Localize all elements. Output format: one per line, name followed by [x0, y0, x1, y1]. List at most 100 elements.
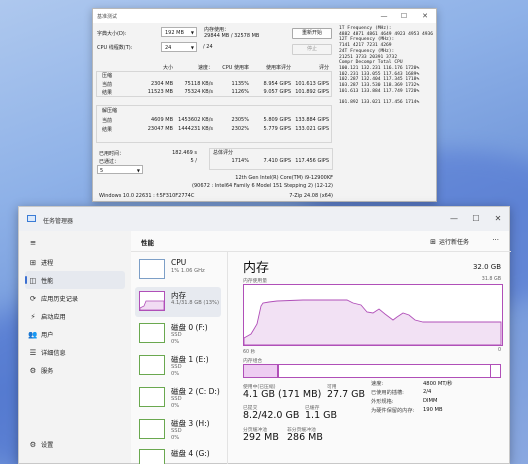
close-icon[interactable]: ✕ [420, 12, 430, 20]
cpu-thumbnail [139, 259, 165, 279]
users-icon: 👥 [28, 329, 38, 339]
more-options-button[interactable]: ··· [492, 236, 499, 244]
memory-usage-max: 31.8 GB [481, 277, 501, 282]
task-manager-title: 任务管理器 [43, 218, 74, 225]
device-name: 磁盘 4 (G:) [171, 449, 210, 458]
form-factor-value: DIMM [423, 398, 438, 404]
device-memory[interactable]: 内存 4.1/31.8 GB (13%) [135, 287, 221, 317]
memory-composition-label: 内存组合 [243, 359, 263, 364]
row-cpu: 2305% [231, 117, 249, 123]
task-manager-titlebar: 任务管理器 — ☐ ✕ [19, 207, 509, 231]
passes-select-value: 5 [100, 168, 104, 174]
details-icon: ☰ [29, 347, 37, 357]
dict-size-select[interactable]: 192 MB ▼ [161, 27, 197, 37]
restart-button[interactable]: 重新开始 [292, 28, 332, 39]
device-sub: 4.1/31.8 GB (13%) [171, 300, 220, 306]
dict-size-label: 字典大小(D): [97, 31, 127, 37]
device-disk-0[interactable]: 磁盘 0 (F:) SSD 0% [135, 319, 221, 349]
disk-thumbnail [139, 355, 165, 375]
disk-thumbnail [139, 387, 165, 407]
row-rpu: 5.779 GIPS [263, 126, 291, 132]
row-label: 当前 [102, 82, 113, 88]
composition-in-use [244, 365, 278, 377]
memory-thumbnail-graph [139, 300, 165, 311]
minimize-icon[interactable]: — [379, 12, 389, 20]
minimize-icon[interactable]: — [447, 215, 461, 223]
row-speed: 75118 KB/s [184, 81, 214, 87]
dict-size-value: 192 MB [165, 30, 184, 36]
hardware-reserved-label: 为硬件保留的内存: [371, 408, 415, 414]
benchmark-titlebar: 基准测试 — ☐ ✕ [93, 9, 436, 23]
elapsed-label: 已用时间： [99, 151, 125, 157]
cpu-info: 12th Gen Intel(R) Core(TM) i9-12900KF [235, 175, 333, 181]
nav-performance[interactable]: ◫ 性能 [25, 271, 125, 289]
row-cpu: 1126% [231, 89, 249, 95]
speed-label: 速度: [371, 381, 384, 387]
run-new-task-button[interactable]: ⊞ 运行新任务 [430, 237, 469, 247]
device-sub: SSD [171, 428, 182, 434]
device-sub: SSD [171, 364, 182, 370]
nav-app-history[interactable]: ⟳ 应用历史记录 [25, 289, 125, 307]
maximize-icon[interactable]: ☐ [399, 12, 409, 20]
row-label: 当前 [102, 118, 113, 124]
stop-button[interactable]: 停止 [292, 44, 332, 55]
log-line: 101.892 133.021 117.456 1714% [339, 100, 420, 106]
device-disk-4[interactable]: 磁盘 4 (G:) [135, 445, 221, 464]
speed-value: 4800 MT/秒 [423, 381, 453, 387]
cached-value: 1.1 GB [305, 410, 338, 421]
benchmark-title: 基准测试 [97, 14, 118, 20]
device-usage: 0% [171, 435, 180, 441]
chevron-down-icon: ▼ [190, 45, 194, 50]
page-title: 性能 [141, 239, 154, 247]
hamburger-menu-button[interactable]: ≡ [25, 233, 125, 251]
nav-startup-apps[interactable]: ⚡ 启动应用 [25, 307, 125, 325]
threads-total: / 24 [203, 44, 213, 50]
services-icon: ⚙ [29, 365, 37, 375]
device-disk-2[interactable]: 磁盘 2 (C: D:) SSD 0% [135, 383, 221, 413]
graph-time-label: 60 秒 [243, 350, 256, 355]
slots-value: 2/4 [423, 389, 432, 395]
device-cpu[interactable]: CPU 1% 1.06 GHz [135, 255, 221, 285]
row-label: 结果 [102, 90, 113, 96]
device-disk-1[interactable]: 磁盘 1 (E:) SSD 0% [135, 351, 221, 381]
slots-label: 已使用的插槽: [371, 390, 404, 396]
nav-settings[interactable]: ⚙ 设置 [25, 435, 125, 453]
new-task-icon: ⊞ [430, 237, 436, 246]
performance-panel: 性能 ⊞ 运行新任务 ··· CPU 1% 1.06 GHz 内存 4.1/31… [131, 231, 511, 464]
passes-select[interactable]: 5 ▼ [97, 165, 143, 174]
zip-version: 7-Zip 24.08 (x64) [289, 193, 333, 199]
composition-divider [490, 365, 491, 377]
row-rating: 101.892 GIPS [295, 89, 329, 95]
row-size: 11523 MB [147, 89, 173, 95]
nav-processes[interactable]: ⊞ 进程 [25, 253, 125, 271]
nav-details[interactable]: ☰ 详细信息 [25, 343, 125, 361]
col-speed-header: 速度： [197, 65, 213, 71]
device-usage: 0% [171, 371, 180, 377]
history-icon: ⟳ [29, 293, 37, 303]
nav-label: 服务 [41, 367, 54, 375]
maximize-icon[interactable]: ☐ [469, 215, 483, 223]
threads-select[interactable]: 24 ▼ [161, 42, 197, 52]
nav-label: 详细信息 [41, 349, 66, 357]
nav-label: 进程 [41, 259, 54, 267]
nav-users[interactable]: 👥 用户 [25, 325, 125, 343]
elapsed-value: 182.469 s [172, 150, 197, 156]
threads-label: CPU 线程数(T): [97, 45, 133, 51]
cpu-info-detail: (90672 : Intel64 Family 6 Model 151 Step… [192, 183, 333, 189]
total-rating: 117.456 GIPS [295, 158, 329, 164]
os-info: Windows 10.0 22631 : f:5F310F2774C [99, 193, 195, 199]
row-speed: 1444231 KB/s [178, 126, 213, 132]
disk-thumbnail [139, 419, 165, 439]
device-usage: 0% [171, 339, 180, 345]
frequency-log: 1T Frequency (MHz): 4882 4871 4861 4649 … [339, 26, 435, 106]
nav-label: 启动应用 [41, 313, 66, 321]
nav-services[interactable]: ⚙ 服务 [25, 361, 125, 379]
device-usage: 0% [171, 403, 180, 409]
run-new-task-label: 运行新任务 [438, 239, 469, 246]
paged-pool-value: 292 MB [243, 432, 279, 443]
device-disk-3[interactable]: 磁盘 3 (H:) SSD 0% [135, 415, 221, 445]
in-use-value: 4.1 GB (171 MB) [243, 389, 322, 400]
memory-usage-label: 内存使用量 [243, 279, 267, 284]
close-icon[interactable]: ✕ [491, 215, 505, 223]
row-cpu: 2302% [231, 126, 249, 132]
